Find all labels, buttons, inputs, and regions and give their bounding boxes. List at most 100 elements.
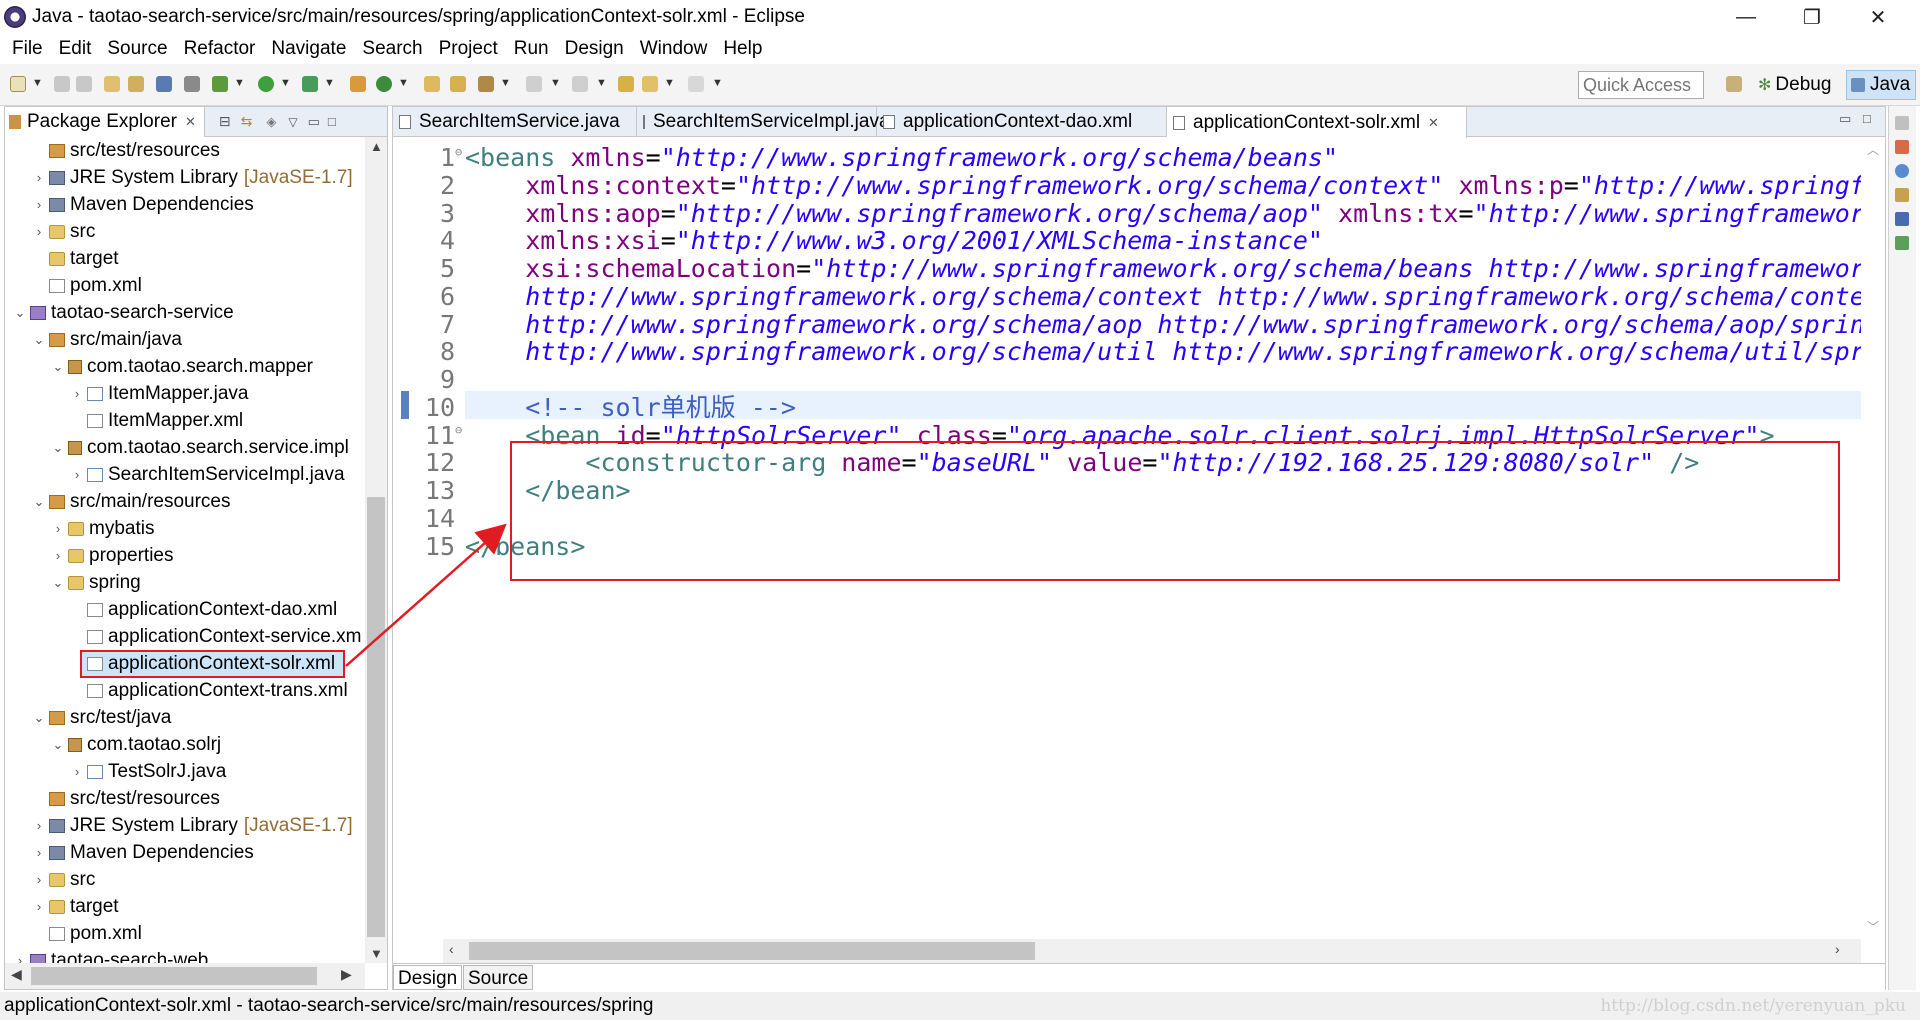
quick-access-input[interactable]: [1578, 71, 1704, 99]
package-tree[interactable]: src/test/resources › JRE System Library [Ja…: [5, 137, 365, 963]
tree-item[interactable]: › src: [5, 866, 365, 893]
chevron-down-icon[interactable]: ⌄: [32, 332, 46, 348]
tree-horizontal-scrollbar[interactable]: ◀ ▶: [5, 963, 365, 989]
focus-icon[interactable]: ◈: [266, 114, 276, 130]
chevron-down-icon[interactable]: ⌄: [51, 440, 65, 456]
package-explorer-tab[interactable]: Package Explorer ✕: [5, 106, 205, 137]
chevron-right-icon[interactable]: ›: [32, 818, 46, 833]
chevron-right-icon[interactable]: ›: [70, 467, 84, 482]
tree-item[interactable]: ⌄ spring: [5, 569, 365, 596]
chevron-down-icon[interactable]: ▼: [280, 77, 291, 89]
tree-item[interactable]: › properties: [5, 542, 365, 569]
tree-item[interactable]: › target: [5, 893, 365, 920]
chevron-down-icon[interactable]: ⌄: [13, 305, 27, 321]
tree-item[interactable]: ⌄ src/main/resources: [5, 488, 365, 515]
tree-item[interactable]: › ItemMapper.java: [5, 380, 365, 407]
chevron-right-icon[interactable]: ›: [51, 521, 65, 536]
new-icon[interactable]: [10, 76, 26, 92]
link-with-editor-icon[interactable]: ⇆: [241, 113, 253, 130]
tab-applicationcontext-dao-xml[interactable]: applicationContext-dao.xml: [877, 107, 1167, 137]
fold-toggle-icon[interactable]: ⊖: [455, 137, 462, 169]
menu-source[interactable]: Source: [99, 38, 175, 60]
scroll-up-icon[interactable]: ▲: [370, 139, 383, 154]
open-project-icon[interactable]: [450, 76, 466, 92]
chevron-down-icon[interactable]: ▼: [596, 77, 607, 89]
chevron-down-icon[interactable]: ▼: [324, 77, 335, 89]
terminal-icon[interactable]: [156, 76, 172, 92]
open-task-icon[interactable]: [128, 76, 144, 92]
editor-vertical-scrollbar[interactable]: ︿ ﹀: [1861, 137, 1885, 939]
chevron-right-icon[interactable]: ›: [13, 953, 27, 963]
next-annotation-icon[interactable]: [526, 76, 542, 92]
menu-edit[interactable]: Edit: [51, 38, 100, 60]
chevron-down-icon[interactable]: ⌄: [51, 737, 65, 753]
scroll-right-icon[interactable]: ›: [1835, 941, 1840, 957]
tab-searchitemserviceimpl-java[interactable]: SearchItemServiceImpl.java: [637, 107, 890, 137]
tree-item[interactable]: ⌄ com.taotao.search.mapper: [5, 353, 365, 380]
tree-item[interactable]: ⌄ src/test/java: [5, 704, 365, 731]
chevron-down-icon[interactable]: ▼: [664, 77, 675, 89]
chevron-right-icon[interactable]: ›: [32, 872, 46, 887]
fold-toggle-icon[interactable]: ⊖: [455, 413, 462, 447]
tree-item[interactable]: ⌄ com.taotao.solrj: [5, 731, 365, 758]
restore-icon[interactable]: [1895, 116, 1909, 130]
open-type-icon[interactable]: [104, 76, 120, 92]
chevron-right-icon[interactable]: ›: [51, 548, 65, 563]
menu-run[interactable]: Run: [506, 38, 557, 60]
tree-item[interactable]: applicationContext-dao.xml: [5, 596, 365, 623]
tree-item[interactable]: › src: [5, 218, 365, 245]
tree-item[interactable]: pom.xml: [5, 920, 365, 947]
minimize-view-icon[interactable]: ▭: [308, 114, 320, 130]
close-button[interactable]: ✕: [1848, 0, 1908, 34]
maximize-view-icon[interactable]: □: [328, 114, 336, 129]
scroll-down-icon[interactable]: ﹀: [1867, 918, 1879, 935]
new-java-package-icon[interactable]: [350, 76, 366, 92]
close-icon[interactable]: ✕: [185, 114, 196, 130]
scroll-up-icon[interactable]: ︿: [1867, 141, 1879, 158]
tree-item[interactable]: ⌄ taotao-search-service: [5, 299, 365, 326]
save-all-icon[interactable]: [76, 76, 92, 92]
tree-item[interactable]: › Maven Dependencies: [5, 191, 365, 218]
perspective-java[interactable]: Java: [1846, 70, 1916, 100]
open-perspective-icon[interactable]: [1726, 76, 1742, 92]
chevron-down-icon[interactable]: ▼: [712, 77, 723, 89]
chevron-down-icon[interactable]: ▼: [500, 77, 511, 89]
tree-item[interactable]: applicationContext-trans.xml: [5, 677, 365, 704]
tree-item[interactable]: › TestSolrJ.java: [5, 758, 365, 785]
chevron-right-icon[interactable]: ›: [32, 197, 46, 212]
chevron-down-icon[interactable]: ⌄: [51, 575, 65, 591]
prev-annotation-icon[interactable]: [572, 76, 588, 92]
menu-help[interactable]: Help: [715, 38, 770, 60]
chevron-right-icon[interactable]: ›: [32, 845, 46, 860]
tree-vertical-scroll-thumb[interactable]: [367, 497, 385, 937]
chevron-down-icon[interactable]: ⌄: [51, 359, 65, 375]
tree-item[interactable]: pom.xml: [5, 272, 365, 299]
tree-vertical-scrollbar[interactable]: ▲ ▼: [365, 137, 387, 963]
debug-icon[interactable]: [212, 76, 228, 92]
skip-breakpoints-icon[interactable]: [184, 76, 200, 92]
outline-icon[interactable]: [1895, 140, 1909, 154]
pen-icon[interactable]: [478, 76, 494, 92]
editor-horizontal-scroll-thumb[interactable]: [469, 942, 1035, 960]
new-class-icon[interactable]: [376, 76, 392, 92]
close-icon[interactable]: ✕: [1428, 115, 1439, 131]
back-icon[interactable]: [642, 76, 658, 92]
tree-item[interactable]: › Maven Dependencies: [5, 839, 365, 866]
tab-searchitemservice-java[interactable]: SearchItemService.java: [393, 107, 637, 137]
scroll-left-icon[interactable]: ‹: [449, 941, 454, 957]
last-edit-icon[interactable]: [618, 76, 634, 92]
chevron-down-icon[interactable]: ▼: [550, 77, 561, 89]
chevron-down-icon[interactable]: ⌄: [32, 710, 46, 726]
console-icon[interactable]: [1895, 212, 1909, 226]
maximize-view-icon[interactable]: □: [1863, 111, 1871, 126]
maximize-button[interactable]: ❐: [1782, 0, 1842, 34]
problems-icon[interactable]: [1895, 164, 1909, 178]
chevron-right-icon[interactable]: ›: [32, 899, 46, 914]
minimize-view-icon[interactable]: ▭: [1839, 111, 1851, 127]
open-folder-icon[interactable]: [424, 76, 440, 92]
menu-navigate[interactable]: Navigate: [263, 38, 354, 60]
perspective-debug[interactable]: ✻ Debug: [1758, 72, 1831, 98]
external-tools-icon[interactable]: [302, 76, 318, 92]
chevron-right-icon[interactable]: ›: [32, 170, 46, 185]
tab-design[interactable]: Design: [393, 965, 463, 990]
